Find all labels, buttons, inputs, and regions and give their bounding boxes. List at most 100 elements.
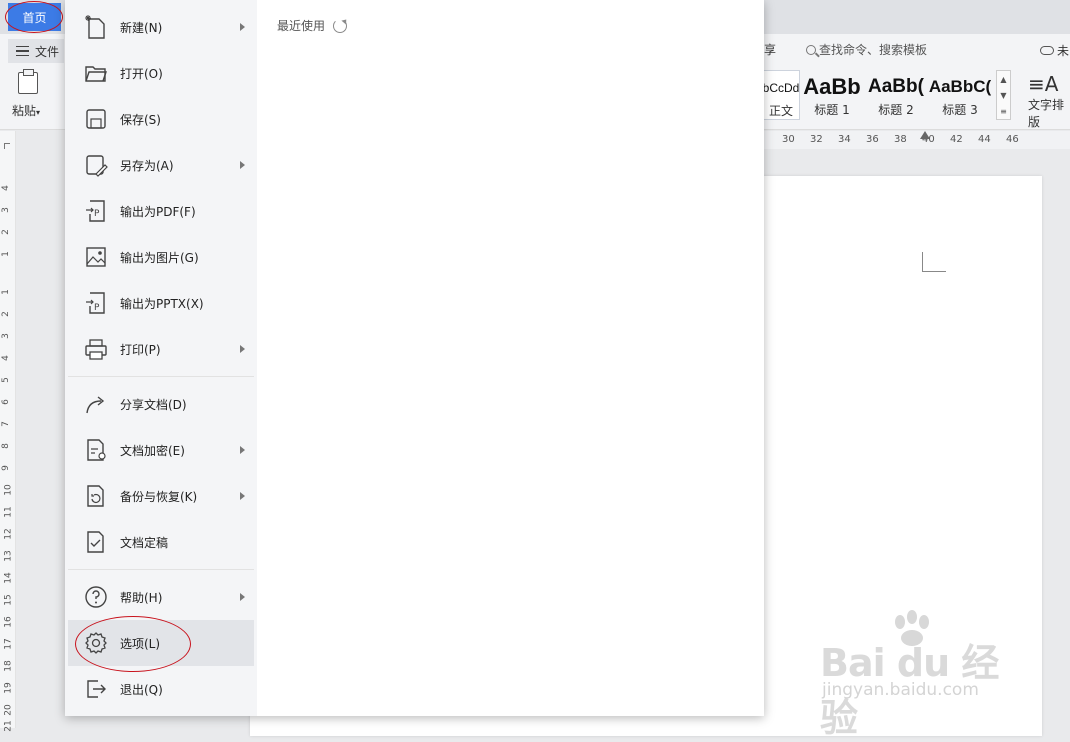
file-menu-button[interactable]: 文件	[8, 39, 64, 63]
export-pdf-icon: P	[86, 200, 105, 222]
help-icon	[85, 586, 107, 608]
menu-item-help[interactable]: 帮助(H)	[68, 574, 254, 620]
style-gallery-scroll[interactable]: ▲ ▼ ≡	[996, 70, 1011, 120]
cloud-status[interactable]: 未	[1040, 42, 1069, 59]
ruler-tick: 38	[894, 134, 907, 145]
text-layout-icon: ≡A	[1028, 72, 1059, 96]
margin-corner-mark	[922, 252, 946, 272]
menu-item-label: 输出为PDF(F)	[120, 204, 196, 219]
gallery-more-icon[interactable]: ≡	[1000, 107, 1007, 116]
vertical-ruler[interactable]: 4 3 2 1 1 2 3 4 5 6 7 8 9 10 11 12 13 14…	[0, 131, 16, 732]
ruler-tick: 4	[0, 355, 11, 361]
ruler-tick: 14	[3, 572, 14, 584]
command-search-label: 查找命令、搜索模板	[819, 43, 928, 57]
menu-item-label: 文档加密(E)	[120, 443, 185, 458]
baidu-watermark: Bai du 经验 jingyan.baidu.com	[820, 610, 1020, 740]
menu-item-label: 分享文档(D)	[120, 397, 187, 412]
menu-item-label: 输出为图片(G)	[120, 250, 199, 265]
ruler-tick: 1	[0, 251, 11, 257]
menu-item-backup[interactable]: 备份与恢复(K)	[68, 473, 254, 519]
menu-item-encrypt[interactable]: 文档加密(E)	[68, 427, 254, 473]
style-heading-2[interactable]: AaBb( 标题 2	[864, 70, 928, 120]
style-preview: AaBb(	[868, 76, 924, 97]
ruler-tick: 11	[3, 506, 14, 518]
menu-item-label: 打印(P)	[120, 342, 161, 357]
menu-item-label: 选项(L)	[120, 636, 161, 651]
menu-item-finalize[interactable]: 文档定稿	[68, 519, 254, 565]
ruler-tick: 8	[0, 443, 11, 449]
ruler-tick: 13	[3, 550, 14, 562]
svg-text:P: P	[94, 209, 100, 219]
chevron-right-icon	[240, 345, 245, 353]
paste-icon[interactable]	[18, 69, 38, 94]
indent-marker[interactable]	[920, 131, 930, 139]
chevron-right-icon	[240, 161, 245, 169]
finalize-icon	[87, 531, 104, 553]
menu-item-share[interactable]: 分享文档(D)	[68, 381, 254, 427]
ruler-tick: 30	[782, 134, 795, 145]
ruler-tick: 46	[1006, 134, 1019, 145]
style-heading-3[interactable]: AaBbC( 标题 3	[928, 70, 992, 120]
chevron-up-icon[interactable]: ▲	[1000, 75, 1006, 84]
text-layout-button[interactable]: ≡A 文字排版	[1028, 72, 1070, 130]
ruler-tick: 5	[0, 377, 11, 383]
style-normal[interactable]: bCcDd 正文	[762, 70, 800, 120]
menu-item-label: 输出为PPTX(X)	[120, 296, 204, 311]
menu-item-label: 打开(O)	[120, 66, 163, 81]
menu-item-options[interactable]: 选项(L)	[68, 620, 254, 666]
chevron-right-icon	[240, 23, 245, 31]
recent-files-title: 最近使用	[277, 19, 326, 33]
menu-divider	[68, 376, 254, 377]
menu-item-print[interactable]: 打印(P)	[68, 326, 254, 372]
menu-item-export-image[interactable]: 输出为图片(G)	[68, 234, 254, 280]
share-button[interactable]: 享	[764, 41, 776, 58]
chevron-right-icon	[240, 446, 245, 454]
file-menu-panel: 新建(N) 打开(O) 保存(S) 另存为(A) P 输出为PDF(F) 输出为…	[65, 0, 764, 716]
share-icon	[86, 396, 105, 414]
chevron-right-icon	[240, 492, 245, 500]
ruler-tick: 44	[978, 134, 991, 145]
menu-item-label: 备份与恢复(K)	[120, 489, 198, 504]
style-name: 标题 3	[942, 103, 978, 117]
menu-item-label: 帮助(H)	[120, 590, 163, 605]
ruler-tick: 2	[0, 229, 11, 235]
file-menu-list: 新建(N) 打开(O) 保存(S) 另存为(A) P 输出为PDF(F) 输出为…	[65, 0, 257, 716]
backup-icon	[87, 485, 104, 507]
ruler-tick: 17	[3, 638, 14, 650]
chevron-down-icon[interactable]: ▼	[1000, 91, 1006, 100]
menu-item-exit[interactable]: 退出(Q)	[68, 666, 254, 712]
exit-icon	[87, 680, 106, 698]
ruler-tick: 19	[3, 682, 14, 694]
ruler-tick: 21	[3, 720, 14, 732]
folder-open-icon	[85, 66, 107, 82]
encrypt-icon	[87, 439, 106, 461]
ruler-tick: 1	[0, 289, 11, 295]
ruler-tick: 10	[3, 484, 14, 496]
menu-item-save[interactable]: 保存(S)	[68, 96, 254, 142]
menu-item-label: 保存(S)	[120, 112, 161, 127]
ruler-tick: 2	[0, 311, 11, 317]
menu-item-label: 退出(Q)	[120, 682, 163, 697]
paste-button-label[interactable]: 粘贴▾	[12, 102, 40, 119]
cloud-status-label: 未	[1057, 44, 1070, 58]
menu-item-save-as[interactable]: 另存为(A)	[68, 142, 254, 188]
home-tab[interactable]: 首页	[5, 1, 63, 33]
style-name: 正文	[768, 104, 793, 118]
menu-item-export-pdf[interactable]: P 输出为PDF(F)	[68, 188, 254, 234]
ruler-tick: 20	[3, 704, 14, 716]
menu-item-export-pptx[interactable]: P 输出为PPTX(X)	[68, 280, 254, 326]
ruler-corner	[4, 143, 10, 149]
ruler-tick: 3	[0, 207, 11, 213]
ruler-tick: 15	[3, 594, 14, 606]
ruler-tick: 9	[0, 465, 11, 471]
recent-files-header: 最近使用	[277, 17, 348, 34]
printer-icon	[85, 339, 107, 360]
refresh-icon[interactable]	[333, 18, 348, 33]
ruler-tick: 6	[0, 399, 11, 405]
text-layout-label: 文字排版	[1028, 98, 1065, 129]
style-gallery: bCcDd 正文 AaBb 标题 1 AaBb( 标题 2 AaBbC( 标题 …	[762, 70, 1012, 120]
style-heading-1[interactable]: AaBb 标题 1	[800, 70, 864, 120]
command-search[interactable]: 查找命令、搜索模板	[806, 41, 927, 58]
menu-item-new[interactable]: 新建(N)	[68, 4, 254, 50]
menu-item-open[interactable]: 打开(O)	[68, 50, 254, 96]
